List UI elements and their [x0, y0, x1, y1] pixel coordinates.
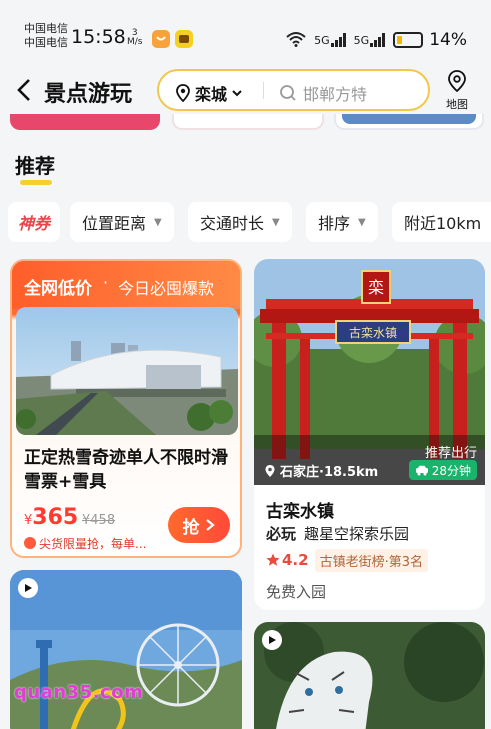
signal-label-1: 5G — [314, 34, 330, 47]
chevron-right-icon — [205, 519, 215, 531]
chevron-down-icon — [232, 90, 242, 97]
play-icon[interactable] — [262, 630, 282, 650]
filter-sort[interactable]: 排序 ▼ — [306, 202, 378, 242]
map-label: 地图 — [446, 98, 468, 111]
clock: 15:58 — [71, 26, 126, 48]
system-indicators: 5G 5G 14% — [286, 30, 467, 50]
rank-badge: 古镇老街榜·第3名 — [314, 548, 428, 572]
attraction-location: 石家庄·18.5km — [264, 461, 378, 480]
filter-distance-label: 位置距离 — [82, 214, 147, 233]
deal-header-sub: 今日必囤爆款 — [118, 279, 215, 298]
status-bar: 中国电信 中国电信 15:58 3 M/s 5G 5G 14% — [0, 0, 491, 72]
watermark: quan35.com — [14, 682, 144, 703]
attraction-price: 免费入园 — [266, 583, 327, 601]
search-input[interactable]: 邯郸方特 — [279, 81, 367, 105]
signal-bars-icon — [330, 33, 346, 47]
filter-travel-time[interactable]: 交通时长 ▼ — [188, 202, 292, 242]
map-button[interactable]: 地图 — [440, 70, 474, 112]
must-play-text: 趣星空探索乐园 — [304, 525, 410, 543]
carrier-1: 中国电信 — [24, 22, 68, 35]
chevron-down-icon: ▼ — [272, 216, 280, 228]
attraction-rating: 4.2 古镇老街榜·第3名 — [266, 548, 428, 572]
star-icon — [266, 553, 280, 566]
deal-note: 尖货限量抢，每单... — [24, 535, 146, 552]
search-icon — [280, 85, 296, 101]
gate-sign-text: 古栾水镇 — [349, 325, 397, 340]
filter-coupon-label: 神券 — [18, 214, 51, 233]
rating-score: 4.2 — [266, 551, 309, 569]
net-speed: 3 M/s — [127, 29, 143, 47]
chevron-left-icon — [17, 79, 30, 101]
deal-original-price: ¥458 — [82, 513, 116, 528]
carrier-2: 中国电信 — [24, 36, 68, 49]
play-icon[interactable] — [18, 578, 38, 598]
scrolled-card-2[interactable] — [172, 114, 324, 130]
map-pin-icon — [448, 70, 466, 93]
ski-resort-photo — [16, 307, 238, 435]
filter-nearby[interactable]: 附近10km — [392, 202, 491, 242]
deal-note-text: 尖货限量抢，每单... — [39, 537, 147, 551]
chevron-down-icon: ▼ — [358, 216, 366, 228]
wifi-icon — [286, 31, 306, 50]
city-selector[interactable]: 栾城 — [175, 81, 243, 105]
grab-button[interactable]: 抢 — [168, 507, 230, 543]
battery-icon — [393, 32, 424, 48]
signal-5g-2: 5G — [354, 33, 386, 47]
attraction-location-text: 石家庄·18.5km — [280, 465, 379, 480]
battery-percent: 14% — [429, 30, 467, 50]
page-title: 景点游玩 — [44, 82, 133, 107]
deal-price: ¥365 — [24, 505, 78, 530]
grab-label: 抢 — [182, 517, 200, 538]
trip-time-badge: 28分钟 — [408, 460, 477, 480]
filter-coupon[interactable]: 神券 — [8, 202, 60, 242]
filter-travel-time-label: 交通时长 — [200, 214, 265, 233]
trip-time: 28分钟 — [431, 463, 471, 478]
deal-title: 正定热雪奇迹单人不限时滑雪票+雪具 — [24, 448, 228, 492]
deal-price-value: 365 — [32, 505, 79, 530]
video-card-white-tiger[interactable] — [254, 622, 485, 729]
notification-app-icon — [152, 30, 170, 48]
search-bar[interactable]: 栾城 邯郸方特 — [157, 69, 430, 111]
must-play-label: 必玩 — [266, 525, 297, 543]
location-pin-icon — [176, 84, 190, 102]
signal-5g-1: 5G — [314, 33, 346, 47]
chevron-down-icon: ▼ — [154, 216, 162, 228]
fire-icon — [24, 537, 36, 549]
rating-score-value: 4.2 — [282, 551, 309, 569]
filter-bar: 神券 位置距离 ▼ 交通时长 ▼ 排序 ▼ 附近10km — [0, 202, 491, 242]
back-button[interactable] — [16, 76, 32, 111]
net-speed-unit: M/s — [127, 37, 143, 47]
attraction-card[interactable]: 栾 古栾水镇 石家庄·18.5km 推荐出行 28分钟 古栾水镇 必玩 趣星空探索… — [254, 259, 485, 610]
location-pin-icon — [265, 464, 275, 477]
filter-distance[interactable]: 位置距离 ▼ — [70, 202, 174, 242]
signal-label-2: 5G — [353, 34, 370, 47]
carrier-labels: 中国电信 中国电信 — [24, 22, 68, 50]
attraction-name: 古栾水镇 — [266, 502, 334, 522]
notification-app-icon-2 — [175, 30, 193, 48]
tab-active-indicator — [20, 180, 52, 185]
deal-header-main: 全网低价 — [24, 279, 92, 299]
search-divider — [263, 82, 264, 99]
scrolled-card-1[interactable] — [10, 114, 160, 130]
city-name: 栾城 — [195, 85, 228, 104]
tab-recommend[interactable]: 推荐 — [15, 150, 55, 179]
video-card-amusement-park[interactable] — [10, 570, 242, 729]
deal-card[interactable]: 全网低价 · 今日必囤爆款 正定热雪奇迹单人不限时滑雪票+雪具 ¥365 ¥45… — [10, 259, 242, 558]
scrolled-card-3[interactable] — [334, 114, 484, 130]
filter-sort-label: 排序 — [318, 214, 351, 233]
car-icon — [415, 465, 428, 475]
deal-header: 全网低价 · 今日必囤爆款 — [12, 261, 240, 309]
filter-nearby-label: 附近10km — [404, 214, 482, 233]
signal-bars-icon-2 — [370, 33, 386, 47]
trip-label: 推荐出行 — [424, 446, 477, 461]
attraction-must-play: 必玩 趣星空探索乐园 — [266, 523, 409, 544]
svg-text:栾: 栾 — [368, 278, 384, 297]
top-nav: 景点游玩 栾城 邯郸方特 地图 — [0, 66, 491, 114]
deal-header-sep: · — [103, 273, 109, 292]
search-placeholder: 邯郸方特 — [303, 85, 368, 104]
